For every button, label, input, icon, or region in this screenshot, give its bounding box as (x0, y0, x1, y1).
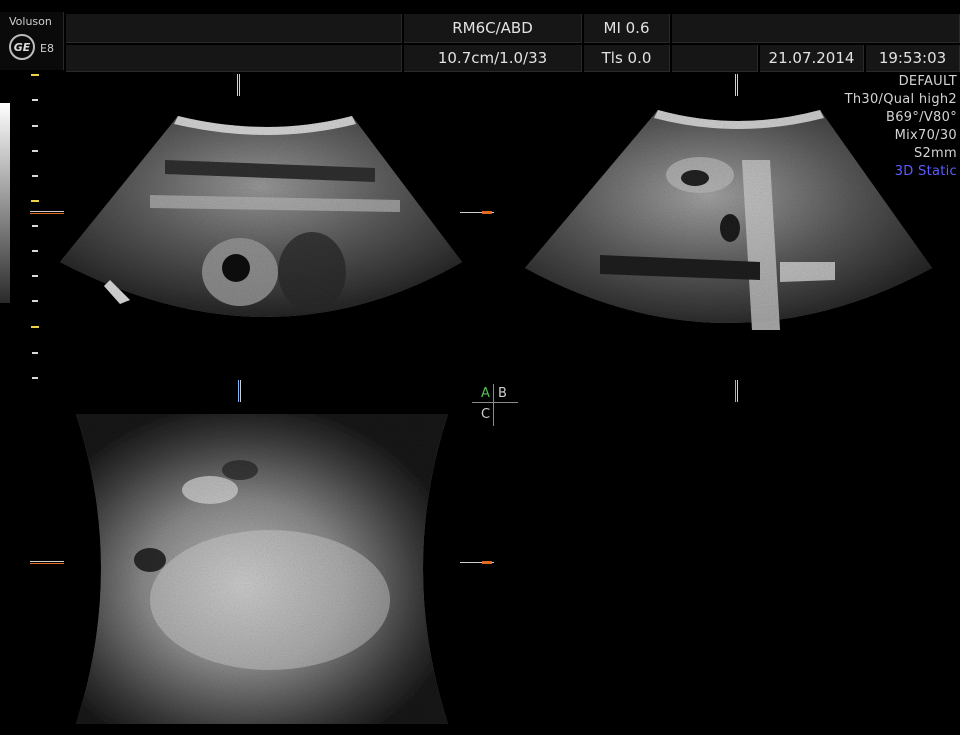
view-c-image (76, 414, 448, 724)
view-a-image (60, 116, 462, 317)
marker-right-a-icon[interactable] (460, 209, 494, 216)
marker-left-a-icon[interactable] (30, 209, 64, 216)
plane-a-button[interactable]: A (481, 386, 490, 401)
caliper-top-b-icon[interactable] (735, 74, 738, 96)
ultrasound-views (60, 110, 932, 724)
caliper-top-a-icon[interactable] (237, 74, 240, 96)
view-b-image (525, 110, 932, 330)
plane-b-button[interactable]: B (498, 386, 507, 401)
marker-right-c-icon[interactable] (460, 559, 494, 566)
caliper-mid-b-icon[interactable] (735, 380, 738, 402)
caliper-mid-a-icon[interactable] (238, 380, 241, 402)
marker-left-c-icon[interactable] (30, 559, 64, 566)
plane-c-button[interactable]: C (481, 407, 490, 422)
